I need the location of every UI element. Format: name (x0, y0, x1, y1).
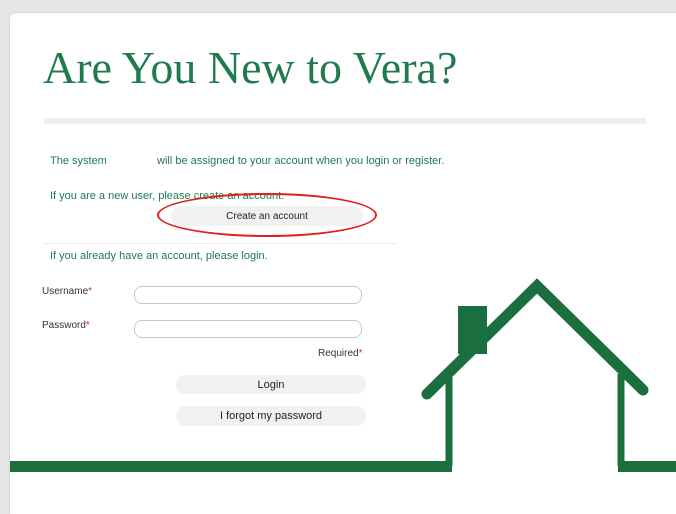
new-user-text: If you are a new user, please create an … (50, 190, 285, 202)
required-note-text: Required (318, 348, 359, 359)
required-note-marker: * (358, 348, 363, 359)
house-icon (420, 278, 676, 472)
page-title: Are You New to Vera? (43, 42, 458, 93)
section-divider (43, 243, 397, 244)
username-input[interactable] (134, 286, 362, 304)
password-label: Password* (42, 320, 90, 331)
existing-user-text: If you already have an account, please l… (50, 250, 268, 262)
create-account-button[interactable]: Create an account (171, 206, 363, 226)
forgot-password-button[interactable]: I forgot my password (176, 406, 366, 426)
password-input[interactable] (134, 320, 362, 338)
system-info-right: will be assigned to your account when yo… (157, 155, 445, 167)
title-divider (44, 118, 646, 124)
password-required-marker: * (85, 320, 90, 331)
footer-green-bar (10, 461, 422, 472)
password-label-text: Password (42, 320, 86, 331)
username-label-text: Username (42, 286, 89, 297)
username-label: Username* (42, 286, 92, 297)
login-button[interactable]: Login (176, 375, 366, 394)
system-info-left: The system (50, 155, 107, 167)
required-note: Required* (318, 348, 363, 359)
username-required-marker: * (88, 286, 93, 297)
